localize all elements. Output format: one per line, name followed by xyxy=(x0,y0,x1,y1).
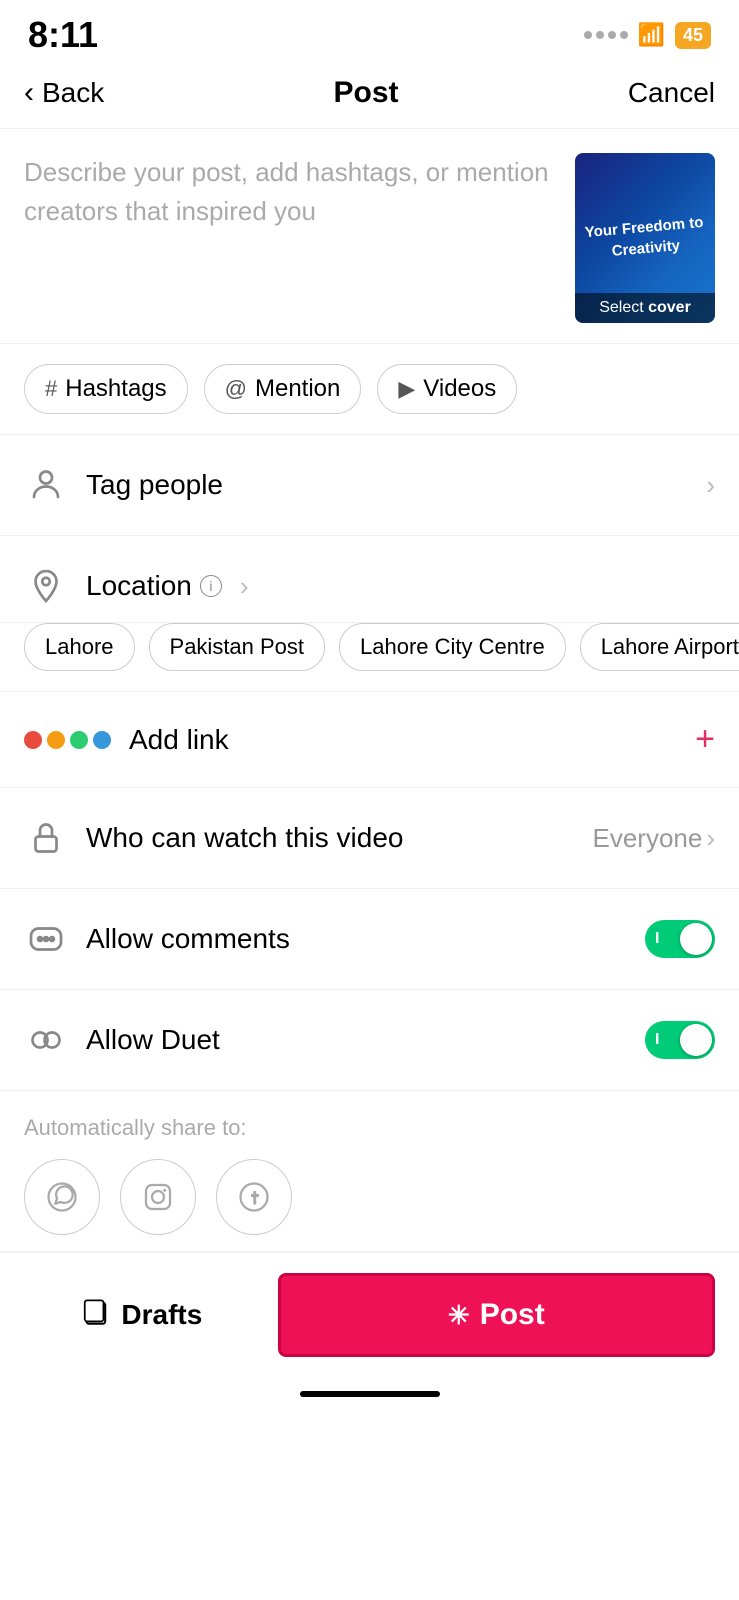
share-icons-row xyxy=(24,1159,715,1235)
tag-people-row[interactable]: Tag people › xyxy=(0,435,739,536)
status-icons: 📶 45 xyxy=(584,22,711,49)
battery-indicator: 45 xyxy=(675,22,711,49)
facebook-icon xyxy=(236,1179,272,1215)
location-tag-lahore[interactable]: Lahore xyxy=(24,623,135,671)
mention-label: Mention xyxy=(255,375,340,403)
chevron-right-icon: › xyxy=(706,470,715,501)
allow-duet-toggle[interactable] xyxy=(645,1021,715,1059)
drafts-icon xyxy=(83,1298,111,1333)
hashtags-button[interactable]: # Hashtags xyxy=(24,364,188,414)
whatsapp-share-button[interactable] xyxy=(24,1159,100,1235)
toggle-knob xyxy=(680,1024,712,1056)
videos-label: Videos xyxy=(423,375,496,403)
allow-comments-row: Allow comments xyxy=(0,889,739,990)
duet-icon xyxy=(24,1018,68,1062)
post-options-row: # Hashtags @ Mention ▶ Videos xyxy=(0,344,739,435)
mention-button[interactable]: @ Mention xyxy=(204,364,362,414)
signal-dots-icon xyxy=(584,31,628,39)
add-link-plus-icon[interactable]: + xyxy=(695,720,715,759)
toggle-knob xyxy=(680,923,712,955)
post-label: Post xyxy=(480,1298,545,1332)
instagram-icon xyxy=(140,1179,176,1215)
allow-comments-toggle[interactable] xyxy=(645,920,715,958)
dot-blue xyxy=(93,731,111,749)
comment-icon xyxy=(24,917,68,961)
auto-share-label: Automatically share to: xyxy=(24,1115,715,1141)
dot-green xyxy=(70,731,88,749)
play-icon: ▶ xyxy=(398,376,415,402)
home-indicator xyxy=(0,1377,739,1405)
info-letter: i xyxy=(209,578,212,594)
auto-share-section: Automatically share to: xyxy=(0,1091,739,1252)
chevron-right-icon: › xyxy=(706,823,715,854)
who-can-watch-right: Everyone › xyxy=(592,823,715,854)
person-svg xyxy=(28,467,64,503)
who-can-watch-row[interactable]: Who can watch this video Everyone › xyxy=(0,788,739,889)
cancel-button[interactable]: Cancel xyxy=(628,77,715,109)
dot-orange xyxy=(47,731,65,749)
wifi-icon: 📶 xyxy=(638,22,665,48)
select-cover-overlay[interactable]: Select cover xyxy=(575,293,715,323)
add-link-label: Add link xyxy=(129,724,677,756)
bottom-actions: Drafts ✳ Post xyxy=(0,1252,739,1377)
back-button[interactable]: ‹ Back xyxy=(24,76,104,110)
location-icon xyxy=(24,564,68,608)
dot-red xyxy=(24,731,42,749)
location-tags-row: Lahore Pakistan Post Lahore City Centre … xyxy=(0,623,739,692)
allow-duet-label: Allow Duet xyxy=(86,1024,627,1056)
drafts-button[interactable]: Drafts xyxy=(24,1273,262,1357)
post-button[interactable]: ✳ Post xyxy=(278,1273,715,1357)
location-label-group: Location i xyxy=(86,570,222,602)
location-tag-lahore-airport[interactable]: Lahore Airport Par xyxy=(580,623,739,671)
add-link-row[interactable]: Add link + xyxy=(0,692,739,788)
drafts-label: Drafts xyxy=(121,1299,202,1331)
whatsapp-icon xyxy=(44,1179,80,1215)
location-tag-pakistan-post[interactable]: Pakistan Post xyxy=(149,623,326,671)
person-icon xyxy=(24,463,68,507)
chevron-right-icon: › xyxy=(240,571,249,602)
tag-people-chevron: › xyxy=(706,470,715,501)
header: ‹ Back Post Cancel xyxy=(0,66,739,129)
mention-icon: @ xyxy=(225,376,247,402)
post-sparkle-icon: ✳ xyxy=(448,1300,470,1331)
status-time: 8:11 xyxy=(28,14,98,56)
who-can-watch-label: Who can watch this video xyxy=(86,822,574,854)
cover-text: cover xyxy=(648,299,691,316)
allow-duet-row: Allow Duet xyxy=(0,990,739,1091)
who-can-watch-value: Everyone xyxy=(592,823,702,854)
thumbnail-text: Your Freedom to Creativity xyxy=(575,201,715,275)
location-label: Location xyxy=(86,570,192,602)
duet-svg xyxy=(28,1022,64,1058)
back-label: Back xyxy=(42,77,104,109)
hashtags-label: Hashtags xyxy=(65,375,166,403)
tag-people-label: Tag people xyxy=(86,469,688,501)
instagram-share-button[interactable] xyxy=(120,1159,196,1235)
link-dots-icon xyxy=(24,731,111,749)
hashtag-icon: # xyxy=(45,376,57,402)
select-text: Select xyxy=(599,299,648,316)
lock-svg xyxy=(28,820,64,856)
videos-button[interactable]: ▶ Videos xyxy=(377,364,517,414)
location-chevron: › xyxy=(240,571,249,602)
page-title: Post xyxy=(334,76,399,110)
home-bar xyxy=(300,1391,440,1397)
location-svg xyxy=(28,568,64,604)
post-description-area: Describe your post, add hashtags, or men… xyxy=(0,129,739,344)
location-info-icon: i xyxy=(200,575,222,597)
allow-comments-label: Allow comments xyxy=(86,923,627,955)
location-tag-lahore-city-centre[interactable]: Lahore City Centre xyxy=(339,623,566,671)
facebook-share-button[interactable] xyxy=(216,1159,292,1235)
status-bar: 8:11 📶 45 xyxy=(0,0,739,66)
drafts-svg xyxy=(83,1298,111,1326)
post-description-input[interactable]: Describe your post, add hashtags, or men… xyxy=(24,153,559,273)
back-arrow-icon: ‹ xyxy=(24,76,34,110)
lock-icon xyxy=(24,816,68,860)
comment-svg xyxy=(28,921,64,957)
location-row[interactable]: Location i › xyxy=(0,536,739,623)
post-thumbnail[interactable]: Your Freedom to Creativity Select cover xyxy=(575,153,715,323)
